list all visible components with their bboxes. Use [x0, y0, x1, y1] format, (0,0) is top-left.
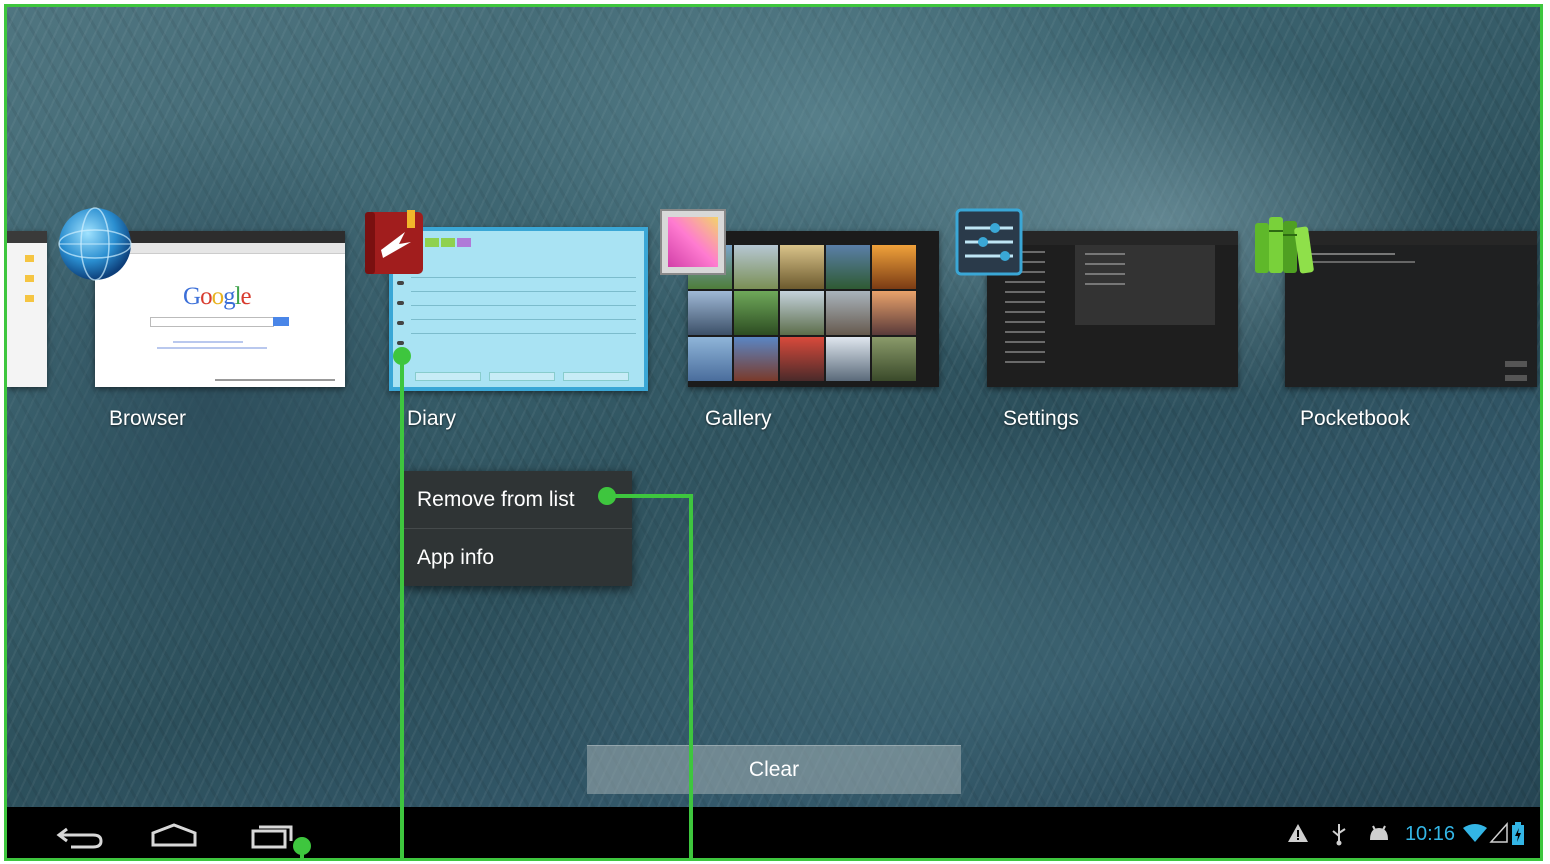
- diary-ring: [397, 341, 404, 345]
- annotation-line-recents: [300, 845, 304, 858]
- google-search-field: [150, 317, 274, 327]
- diary-button: [489, 372, 555, 381]
- settings-sliders-icon: [955, 208, 1023, 276]
- folder-icon: [25, 255, 34, 262]
- diary-row: [411, 319, 636, 320]
- browser-globe-icon: [58, 207, 132, 281]
- diary-book-icon: [365, 210, 423, 274]
- clear-button[interactable]: Clear: [587, 745, 961, 794]
- partial-thumb-toolbar: [7, 231, 47, 243]
- pocketbook-text-line: [1305, 261, 1415, 263]
- google-footer-line: [215, 379, 335, 381]
- annotation-line-thumbnail: [400, 357, 404, 858]
- app-label-gallery: Gallery: [705, 407, 772, 430]
- diary-ring: [397, 281, 404, 285]
- diary-button: [563, 372, 629, 381]
- back-icon[interactable]: [37, 807, 127, 861]
- app-label-diary: Diary: [407, 407, 457, 430]
- google-search-button: [273, 317, 289, 326]
- android-debug-icon: [1370, 825, 1388, 840]
- pocketbook-thumbnail[interactable]: [1285, 231, 1537, 387]
- battery-charging-icon: [1512, 822, 1524, 845]
- status-clock: 10:16: [1404, 823, 1455, 845]
- diary-row: [411, 291, 636, 292]
- pocketbook-button: [1505, 361, 1527, 367]
- annotation-line-menu-v: [689, 494, 693, 858]
- gallery-icon: [660, 209, 726, 275]
- usb-icon: [1332, 824, 1346, 846]
- signal-icon: [1489, 822, 1508, 843]
- home-icon[interactable]: [129, 807, 219, 861]
- system-bar: 10:16: [7, 807, 1540, 861]
- partial-app-thumbnail[interactable]: [7, 231, 47, 387]
- screen-frame: Google Browser Diary Gallery Settings Po…: [4, 4, 1543, 861]
- warning-icon: [1288, 824, 1308, 842]
- app-context-menu: Remove from list App info: [404, 471, 632, 586]
- folder-icon: [25, 275, 34, 282]
- annotation-line-menu-h: [607, 494, 692, 498]
- diary-button: [415, 372, 481, 381]
- menu-item-app-info[interactable]: App info: [404, 528, 632, 586]
- folder-icon: [25, 295, 34, 302]
- google-link-line: [173, 341, 243, 343]
- wifi-icon: [1463, 824, 1487, 842]
- app-label-pocketbook: Pocketbook: [1300, 407, 1410, 430]
- diary-ring: [397, 301, 404, 305]
- app-label-settings: Settings: [1003, 407, 1079, 430]
- google-link-line: [157, 347, 267, 349]
- pocketbook-books-icon: [1255, 217, 1314, 274]
- wallpaper: [7, 7, 1540, 858]
- pocketbook-actionbar: [1285, 231, 1537, 245]
- pocketbook-button: [1505, 375, 1527, 381]
- diary-ring: [397, 321, 404, 325]
- diary-row: [411, 333, 636, 334]
- google-logo: Google: [183, 283, 252, 310]
- diary-tabs: [425, 234, 473, 252]
- diary-row: [411, 277, 636, 278]
- diary-row: [411, 305, 636, 306]
- app-label-browser: Browser: [109, 407, 187, 430]
- settings-detail-panel: [1075, 245, 1215, 325]
